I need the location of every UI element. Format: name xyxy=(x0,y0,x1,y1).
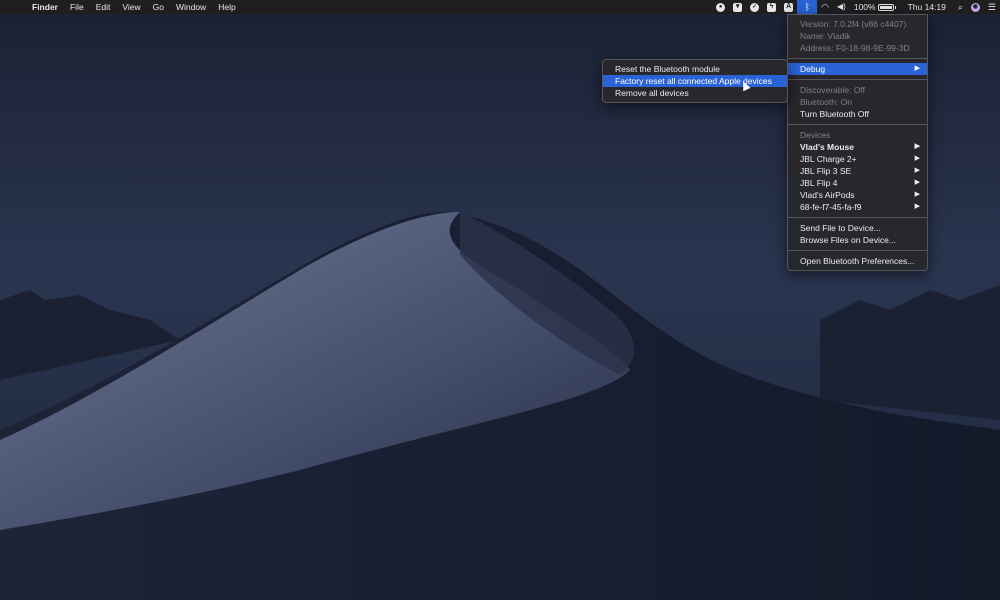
battery-icon xyxy=(877,3,894,11)
debug-submenu: Reset the Bluetooth module Factory reset… xyxy=(602,59,788,103)
menu-separator xyxy=(788,58,927,59)
menu-item-send-file[interactable]: Send File to Device... xyxy=(788,222,927,234)
device-label: JBL Flip 4 xyxy=(800,178,838,188)
device-label: Vlad's Mouse xyxy=(800,142,854,152)
device-item-mac-address[interactable]: 68-fe-f7-45-fa-f9 ▶ xyxy=(788,201,927,213)
bluetooth-name: Name: Vladik xyxy=(800,31,851,41)
device-label: Vlad's AirPods xyxy=(800,190,855,200)
submenu-arrow-icon: ▶ xyxy=(914,203,920,210)
submenu-arrow-icon: ▶ xyxy=(914,65,920,72)
device-item-jbl-flip-3[interactable]: JBL Flip 3 SE ▶ xyxy=(788,165,927,177)
discoverable-status: Discoverable: Off xyxy=(800,85,866,95)
bluetooth-status: Bluetooth: On xyxy=(800,97,852,107)
battery-indicator[interactable]: 100% xyxy=(850,0,900,14)
menu-item-debug-label: Debug xyxy=(800,64,826,74)
shield-icon[interactable]: ✓ xyxy=(746,0,763,14)
siri-icon[interactable]: ◉ xyxy=(967,0,984,14)
menu-help[interactable]: Help xyxy=(212,0,241,14)
device-label: 68-fe-f7-45-fa-f9 xyxy=(800,202,862,212)
device-item-jbl-charge[interactable]: JBL Charge 2+ ▶ xyxy=(788,153,927,165)
battery-percent: 100% xyxy=(853,2,876,12)
notification-center-icon[interactable]: ☰ xyxy=(984,0,1000,14)
device-label: JBL Flip 3 SE xyxy=(800,166,852,176)
desktop: Finder File Edit View Go Window Help ● ▾… xyxy=(0,0,1000,600)
menu-item-factory-reset-apple-devices[interactable]: Factory reset all connected Apple device… xyxy=(603,75,787,87)
menu-separator xyxy=(788,79,927,80)
submenu-arrow-icon: ▶ xyxy=(914,143,920,150)
menu-edit[interactable]: Edit xyxy=(90,0,117,14)
menu-bar: Finder File Edit View Go Window Help ● ▾… xyxy=(0,0,1000,14)
menu-separator xyxy=(788,250,927,251)
clock[interactable]: Thu 14:19 xyxy=(900,0,954,14)
submenu-arrow-icon: ▶ xyxy=(914,179,920,186)
app-menu-finder[interactable]: Finder xyxy=(26,0,64,14)
menu-view[interactable]: View xyxy=(116,0,146,14)
device-item-vlads-mouse[interactable]: Vlad's Mouse ▶ xyxy=(788,141,927,153)
notes-icon[interactable]: ▾ xyxy=(729,0,746,14)
spotlight-search-icon[interactable]: ⌕ xyxy=(954,0,967,14)
record-icon[interactable]: ● xyxy=(712,0,729,14)
bluetooth-address: Address: F0-18-98-9E-99-3D xyxy=(800,43,910,53)
menu-item-debug[interactable]: Debug ▶ xyxy=(788,63,927,75)
menu-file[interactable]: File xyxy=(64,0,90,14)
menu-item-remove-all-devices[interactable]: Remove all devices xyxy=(603,87,787,99)
status-area: ● ▾ ✓ ϟ A ᛒ ◠ ◀) 100% Thu 14:19 ⌕ ◉ ☰ xyxy=(712,0,1000,14)
devices-header: Devices xyxy=(800,130,831,140)
menu-separator xyxy=(788,124,927,125)
bluetooth-icon[interactable]: ᛒ xyxy=(797,0,818,14)
menu-separator xyxy=(788,217,927,218)
menu-item-turn-bluetooth-off[interactable]: Turn Bluetooth Off xyxy=(788,108,927,120)
submenu-arrow-icon: ▶ xyxy=(914,167,920,174)
volume-icon[interactable]: ◀) xyxy=(833,0,850,14)
device-label: JBL Charge 2+ xyxy=(800,154,857,164)
device-item-vlads-airpods[interactable]: Vlad's AirPods ▶ xyxy=(788,189,927,201)
bluetooth-menu: Version: 7.0.2f4 (v86 c4407) Name: Vladi… xyxy=(787,14,928,271)
menu-item-open-bluetooth-preferences[interactable]: Open Bluetooth Preferences... xyxy=(788,255,927,267)
bluetooth-version: Version: 7.0.2f4 (v86 c4407) xyxy=(800,19,907,29)
submenu-arrow-icon: ▶ xyxy=(914,155,920,162)
lightning-icon[interactable]: ϟ xyxy=(763,0,780,14)
menu-go[interactable]: Go xyxy=(147,0,170,14)
device-item-jbl-flip-4[interactable]: JBL Flip 4 ▶ xyxy=(788,177,927,189)
wifi-icon[interactable]: ◠ xyxy=(817,0,833,14)
menu-window[interactable]: Window xyxy=(170,0,212,14)
submenu-arrow-icon: ▶ xyxy=(914,191,920,198)
font-a-icon[interactable]: A xyxy=(780,0,797,14)
menu-item-browse-files[interactable]: Browse Files on Device... xyxy=(788,234,927,246)
menu-item-reset-bluetooth-module[interactable]: Reset the Bluetooth module xyxy=(603,63,787,75)
